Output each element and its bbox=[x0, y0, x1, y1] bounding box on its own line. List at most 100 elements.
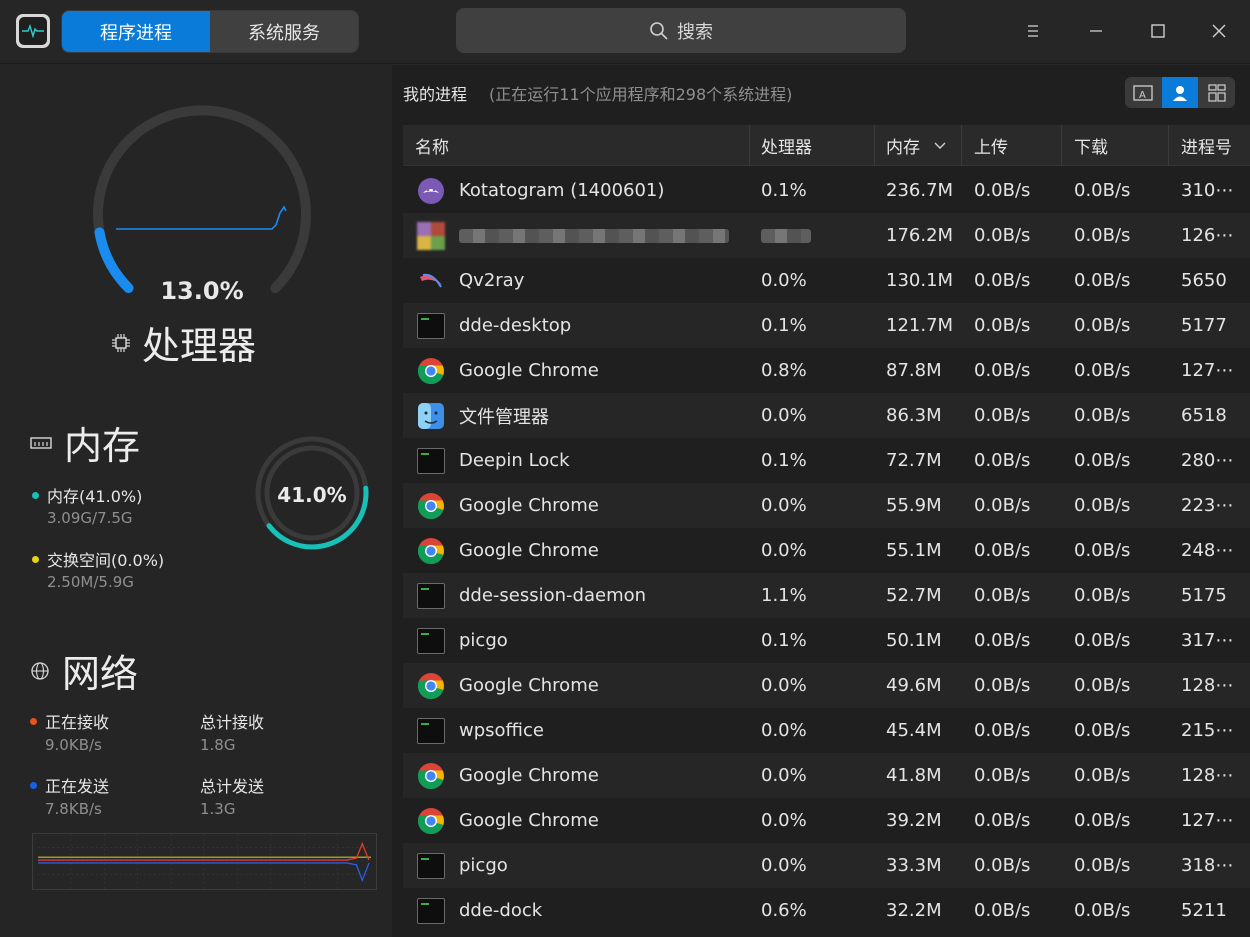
table-row[interactable]: Google Chrome 0.0% 55.1M 0.0B/s 0.0B/s 248⋯ bbox=[403, 528, 1250, 573]
cpu-percent: 13.0% bbox=[160, 277, 244, 305]
chrome-icon bbox=[417, 807, 445, 835]
tree-view-icon bbox=[1208, 83, 1226, 102]
column-download[interactable]: 下载 bbox=[1074, 125, 1108, 166]
menu-button[interactable] bbox=[1016, 14, 1050, 48]
table-row[interactable]: dde-dock 0.6% 32.2M 0.0B/s 0.0B/s 5211 bbox=[403, 888, 1250, 933]
table-row[interactable]: 文件管理器 0.0% 86.3M 0.0B/s 0.0B/s 6518 bbox=[403, 393, 1250, 438]
search-input[interactable]: 搜索 bbox=[456, 8, 906, 53]
pid-cell: 248⋯ bbox=[1181, 540, 1234, 561]
process-panel: 我的进程 (正在运行11个应用程序和298个系统进程) A 名称 处理器 内存 … bbox=[392, 65, 1250, 937]
table-row[interactable]: Google Chrome 0.0% 55.9M 0.0B/s 0.0B/s 223⋯ bbox=[403, 483, 1250, 528]
column-memory-label: 内存 bbox=[886, 138, 920, 158]
minimize-button[interactable] bbox=[1079, 14, 1113, 48]
chrome-icon bbox=[417, 537, 445, 565]
table-row[interactable]: Google Chrome 0.0% 41.8M 0.0B/s 0.0B/s 128⋯ bbox=[403, 753, 1250, 798]
memory-cell: 87.8M bbox=[886, 360, 942, 381]
table-row[interactable]: 176.2M 0.0B/s 0.0B/s 126⋯ bbox=[403, 213, 1250, 258]
column-divider[interactable] bbox=[1168, 125, 1169, 166]
download-cell: 0.0B/s bbox=[1074, 810, 1131, 831]
terminal-icon bbox=[417, 312, 445, 340]
cpu-history-line bbox=[116, 205, 287, 230]
name-cell: Google Chrome bbox=[417, 663, 599, 708]
column-upload[interactable]: 上传 bbox=[974, 125, 1008, 166]
table-row[interactable]: Kotatogram (1400601) 0.1% 236.7M 0.0B/s 0.0B… bbox=[403, 168, 1250, 213]
maximize-button[interactable] bbox=[1141, 14, 1175, 48]
process-name: Google Chrome bbox=[459, 495, 599, 516]
cpu-cell: 0.0% bbox=[761, 270, 807, 291]
download-cell: 0.0B/s bbox=[1074, 900, 1131, 921]
table-row[interactable]: wpsoffice 0.0% 45.4M 0.0B/s 0.0B/s 215⋯ bbox=[403, 708, 1250, 753]
column-divider[interactable] bbox=[961, 125, 962, 166]
pid-cell: 127⋯ bbox=[1181, 810, 1234, 831]
column-memory[interactable]: 内存 bbox=[886, 125, 946, 166]
column-divider[interactable] bbox=[874, 125, 875, 166]
process-name: 文件管理器 bbox=[459, 406, 549, 428]
pid-cell: 127⋯ bbox=[1181, 360, 1234, 381]
table-row[interactable]: dde-desktop 0.1% 121.7M 0.0B/s 0.0B/s 5177 bbox=[403, 303, 1250, 348]
memory-icon bbox=[30, 436, 52, 449]
cpu-cell: 0.1% bbox=[761, 180, 807, 201]
name-cell: 文件管理器 bbox=[417, 393, 549, 438]
view-tabs: 程序进程 系统服务 bbox=[61, 10, 359, 53]
column-pid[interactable]: 进程号 bbox=[1181, 125, 1232, 166]
memory-cell: 121.7M bbox=[886, 315, 954, 336]
table-row[interactable]: Google Chrome 0.8% 87.8M 0.0B/s 0.0B/s 127⋯ bbox=[403, 348, 1250, 393]
column-divider[interactable] bbox=[749, 125, 750, 166]
pid-cell: 223⋯ bbox=[1181, 495, 1234, 516]
upload-cell: 0.0B/s bbox=[974, 540, 1031, 561]
redacted-process-name bbox=[459, 228, 729, 243]
total-recv-label: 总计接收 bbox=[200, 713, 265, 732]
upload-cell: 0.0B/s bbox=[974, 675, 1031, 696]
pid-cell: 6518 bbox=[1181, 405, 1227, 426]
table-row[interactable]: Qv2ray 0.0% 130.1M 0.0B/s 0.0B/s 5650 bbox=[403, 258, 1250, 303]
cpu-cell: 0.0% bbox=[761, 765, 807, 786]
upload-cell: 0.0B/s bbox=[974, 630, 1031, 651]
total-recv-value: 1.8G bbox=[200, 736, 236, 754]
tab-services[interactable]: 系统服务 bbox=[210, 11, 358, 52]
memory-cell: 52.7M bbox=[886, 585, 942, 606]
process-name: dde-session-daemon bbox=[459, 585, 647, 606]
table-row[interactable]: picgo 0.0% 33.3M 0.0B/s 0.0B/s 318⋯ bbox=[403, 843, 1250, 888]
view-apps-button[interactable]: A bbox=[1125, 77, 1162, 108]
name-cell: Qv2ray bbox=[417, 258, 524, 303]
column-divider[interactable] bbox=[1061, 125, 1062, 166]
send-trace bbox=[38, 862, 370, 883]
name-cell: picgo bbox=[417, 618, 508, 663]
table-row[interactable]: Deepin Lock 0.1% 72.7M 0.0B/s 0.0B/s 280⋯ bbox=[403, 438, 1250, 483]
upload-cell: 0.0B/s bbox=[974, 585, 1031, 606]
view-my-processes-button[interactable] bbox=[1161, 77, 1199, 108]
close-button[interactable] bbox=[1202, 14, 1236, 48]
process-summary: (正在运行11个应用程序和298个系统进程) bbox=[489, 85, 793, 104]
network-chart bbox=[32, 833, 377, 890]
process-name: dde-desktop bbox=[459, 315, 572, 336]
memory-used-value: 3.09G/7.5G bbox=[47, 509, 133, 527]
table-row[interactable]: dde-session-daemon 1.1% 52.7M 0.0B/s 0.0B/s 5… bbox=[403, 573, 1250, 618]
process-name: Google Chrome bbox=[459, 765, 599, 786]
cpu-cell: 0.0% bbox=[761, 495, 807, 516]
tab-processes[interactable]: 程序进程 bbox=[62, 11, 210, 52]
name-cell: wpsoffice bbox=[417, 708, 544, 753]
column-cpu[interactable]: 处理器 bbox=[761, 125, 812, 166]
upload-cell: 0.0B/s bbox=[974, 360, 1031, 381]
terminal-icon bbox=[417, 582, 445, 610]
download-cell: 0.0B/s bbox=[1074, 765, 1131, 786]
memory-cell: 55.9M bbox=[886, 495, 942, 516]
upload-cell: 0.0B/s bbox=[974, 270, 1031, 291]
column-name[interactable]: 名称 bbox=[415, 125, 449, 166]
maximize-icon bbox=[1151, 24, 1165, 38]
upload-cell: 0.0B/s bbox=[974, 855, 1031, 876]
terminal-icon bbox=[417, 627, 445, 655]
table-row[interactable]: picgo 0.1% 50.1M 0.0B/s 0.0B/s 317⋯ bbox=[403, 618, 1250, 663]
table-row[interactable]: Google Chrome 0.0% 39.2M 0.0B/s 0.0B/s 127⋯ bbox=[403, 798, 1250, 843]
upload-cell: 0.0B/s bbox=[974, 900, 1031, 921]
download-cell: 0.0B/s bbox=[1074, 225, 1131, 246]
file-manager-icon bbox=[417, 402, 445, 430]
view-all-processes-button[interactable] bbox=[1198, 77, 1235, 108]
download-cell: 0.0B/s bbox=[1074, 585, 1131, 606]
name-cell: dde-desktop bbox=[417, 303, 571, 348]
memory-cell: 33.3M bbox=[886, 855, 942, 876]
cpu-cell: 0.0% bbox=[761, 855, 807, 876]
table-row[interactable]: Google Chrome 0.0% 49.6M 0.0B/s 0.0B/s 128⋯ bbox=[403, 663, 1250, 708]
apps-view-icon: A bbox=[1133, 84, 1153, 101]
name-cell: Google Chrome bbox=[417, 483, 599, 528]
